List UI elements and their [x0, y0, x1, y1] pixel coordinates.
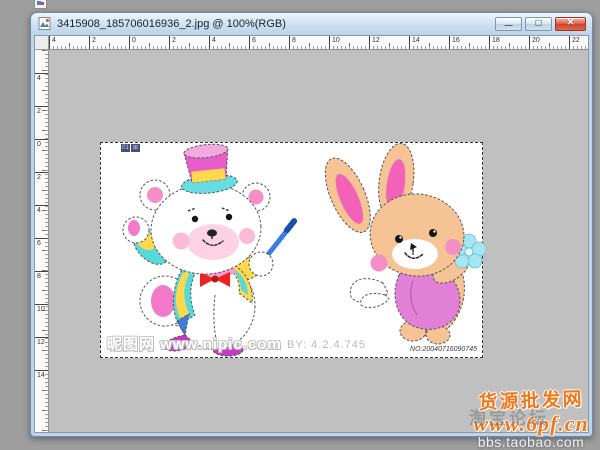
- ruler-label: 14: [409, 36, 420, 49]
- site-watermark-forum-url: bbs.taobao.com: [463, 434, 599, 450]
- canvas-workspace[interactable]: 01 ⊞: [49, 50, 588, 432]
- window-titlebar[interactable]: 3415908_185706016936_2.jpg @ 100%(RGB) —…: [31, 13, 592, 34]
- slice-badge-group: 01 ⊞: [121, 144, 140, 152]
- ruler-label: 12: [369, 36, 380, 49]
- ruler-label: 6: [249, 36, 256, 49]
- ruler-label: 0: [35, 139, 48, 149]
- ruler-label: 12: [35, 337, 48, 347]
- close-button[interactable]: ✕: [555, 17, 586, 31]
- image-watermark-site: 昵图网 www.nipic.com: [107, 333, 282, 354]
- ruler-label: 14: [35, 370, 48, 380]
- site-watermark: 淘宝论坛 货源批发网 www.6pf.cn bbs.taobao.com: [463, 386, 599, 450]
- ruler-label: 0: [129, 36, 136, 49]
- horizontal-ruler[interactable]: 420246810121416182022: [49, 36, 588, 50]
- ruler-label: 4: [49, 36, 56, 49]
- image-watermark-serial: NO:20040716090745: [410, 346, 477, 353]
- bunny-character-illustration[interactable]: [295, 143, 485, 358]
- ruler-label: 22: [569, 36, 580, 49]
- close-icon: ✕: [567, 18, 575, 27]
- ruler-label: 18: [489, 36, 500, 49]
- maximize-icon: ▢: [535, 19, 543, 27]
- vertical-ruler[interactable]: 4 2 0 2 4 6 8 10 12 14: [35, 50, 49, 432]
- window-title: 3415908_185706016936_2.jpg @ 100%(RGB): [57, 17, 490, 30]
- open-image-document[interactable]: 01 ⊞: [100, 142, 483, 358]
- site-watermark-name: 货源批发网: [463, 384, 600, 416]
- ruler-label: 2: [89, 36, 96, 49]
- maximize-button[interactable]: ▢: [525, 17, 552, 31]
- ruler-label: 2: [35, 106, 48, 116]
- ruler-label: 2: [169, 36, 176, 49]
- image-watermark-author: BY: 4.2.4.745: [287, 339, 366, 351]
- truncated-desktop-icon: [34, 0, 47, 9]
- ruler-label: 4: [209, 36, 216, 49]
- photoshop-document-window: 3415908_185706016936_2.jpg @ 100%(RGB) —…: [30, 12, 593, 437]
- ruler-label: 16: [449, 36, 460, 49]
- slice-grid-icon: ⊞: [131, 144, 140, 152]
- ruler-corner-box[interactable]: [35, 36, 49, 50]
- ruler-label: 8: [35, 271, 48, 281]
- ruler-label: 4: [35, 73, 48, 83]
- ruler-label: 10: [329, 36, 340, 49]
- ruler-label: 2: [35, 172, 48, 182]
- bear-character-illustration[interactable]: [103, 143, 303, 358]
- ruler-label: 10: [35, 304, 48, 314]
- document-content-area: 420246810121416182022 4202468101214 01 ⊞: [34, 35, 589, 433]
- ruler-label: 20: [529, 36, 540, 49]
- minimize-button[interactable]: —: [495, 17, 522, 31]
- ruler-label: 6: [35, 238, 48, 248]
- image-file-icon: [38, 17, 52, 30]
- ruler-label: 4: [35, 205, 48, 215]
- minimize-icon: —: [505, 22, 513, 30]
- slice-number-badge: 01: [121, 144, 130, 152]
- ruler-label: 8: [289, 36, 296, 49]
